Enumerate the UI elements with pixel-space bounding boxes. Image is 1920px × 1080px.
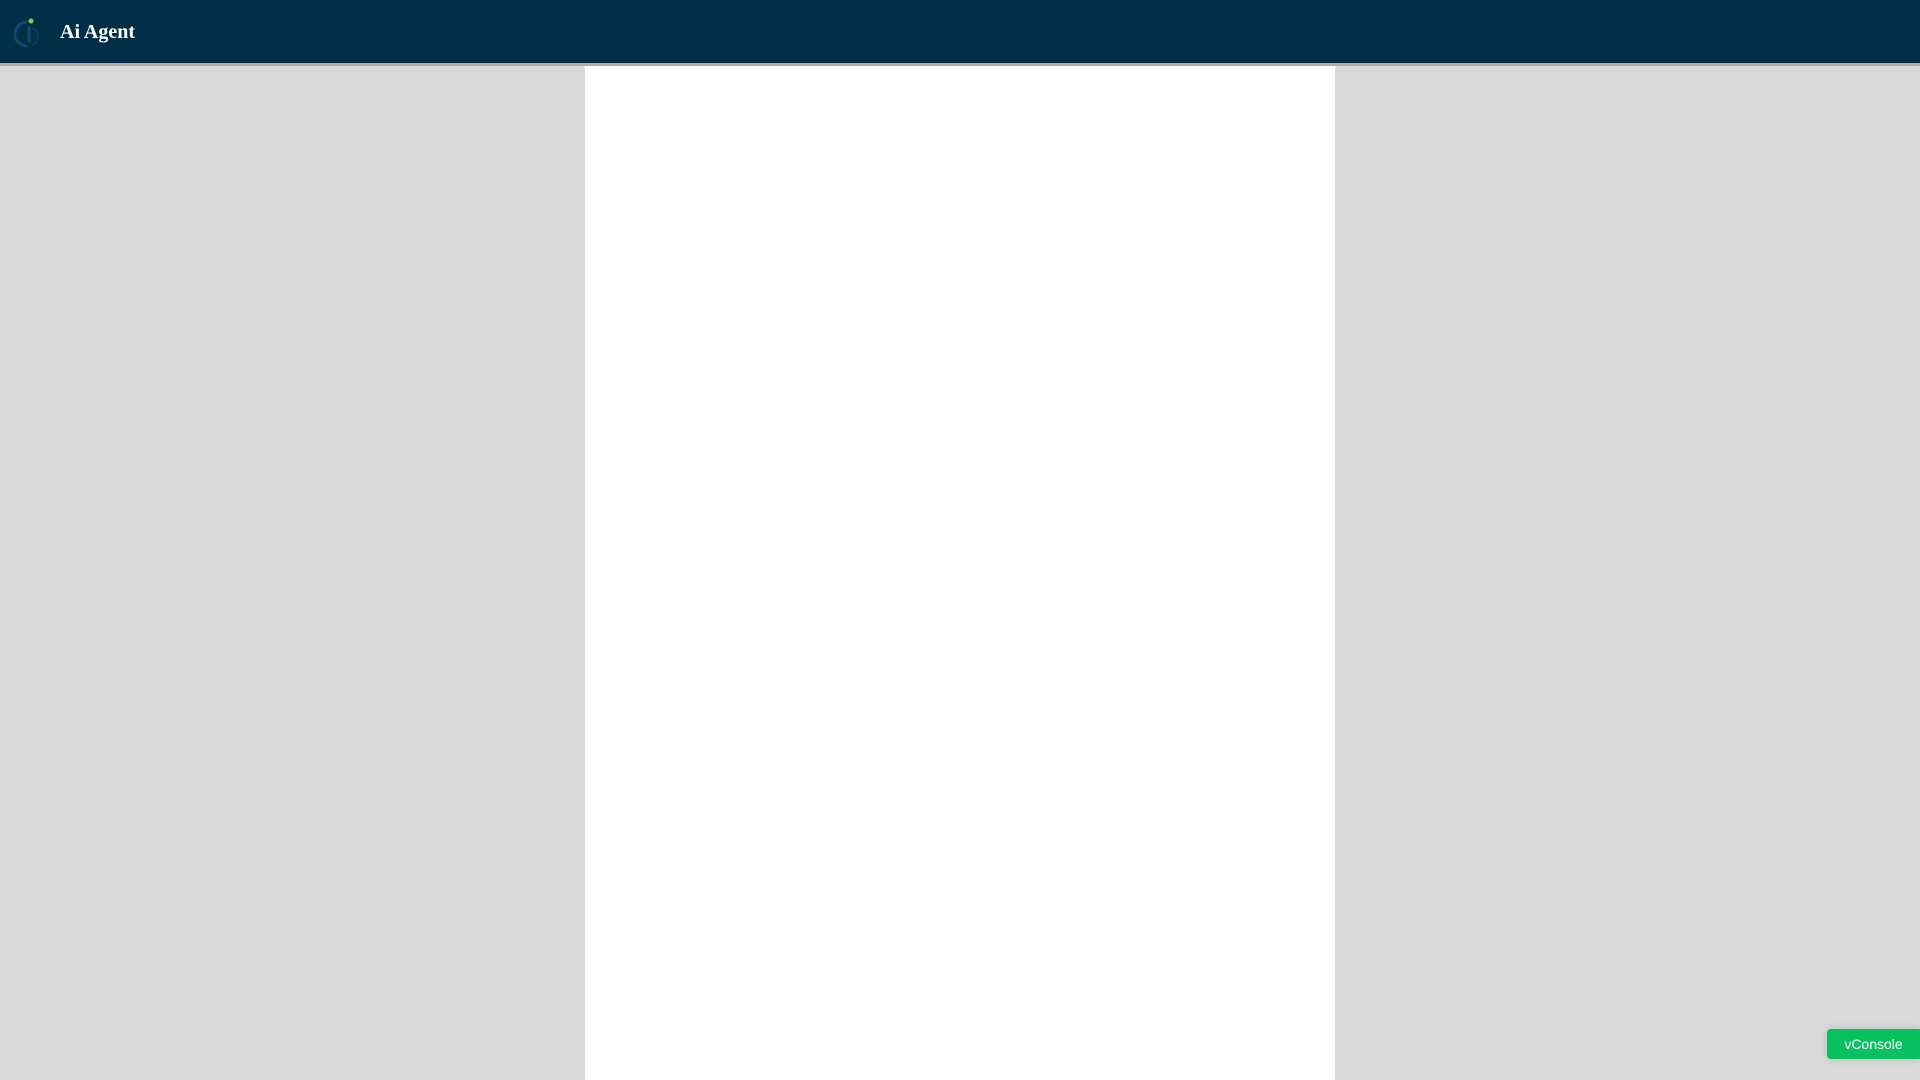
agent-logo-icon bbox=[13, 16, 44, 48]
vconsole-button[interactable]: vConsole bbox=[1827, 1029, 1920, 1059]
top-header-bar: Ai Agent bbox=[0, 0, 1920, 66]
app-title: Ai Agent bbox=[60, 21, 135, 43]
main-content-panel bbox=[585, 66, 1335, 1080]
